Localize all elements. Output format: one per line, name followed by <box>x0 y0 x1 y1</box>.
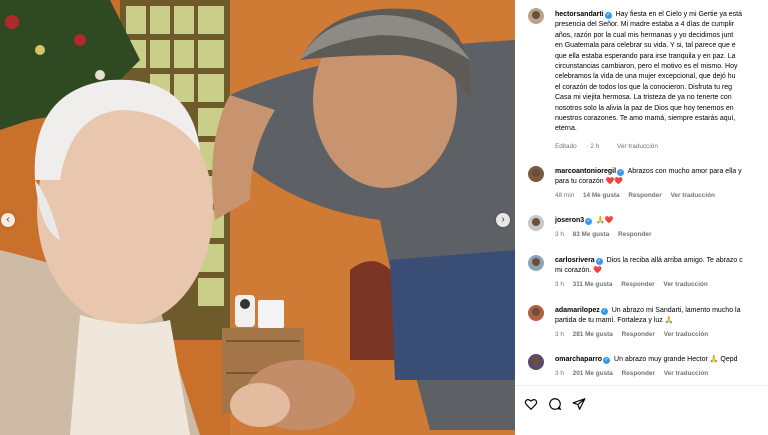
commenter-avatar[interactable] <box>528 305 544 321</box>
comment-text: omarchaparro ✓ Un abrazo muy grande Hecto… <box>555 356 738 364</box>
reply-button[interactable]: Responder <box>622 331 655 338</box>
comment-text: marcoantonioregil ✓ Abrazos con mucho amo… <box>555 168 742 176</box>
comment-username[interactable]: marcoantonioregil <box>555 168 616 175</box>
caption-line: hectorsandarti ✓ Hay fiesta en el Cielo y… <box>555 11 743 19</box>
photo-illustration <box>0 0 515 435</box>
reply-button[interactable]: Responder <box>621 281 654 288</box>
comment-username[interactable]: adamarilopez <box>555 307 600 314</box>
post-photo[interactable]: ‹ › <box>0 0 515 435</box>
verified-badge-icon: ✓ <box>604 12 612 19</box>
comment-bubble-icon[interactable] <box>548 397 562 411</box>
comment-username[interactable]: omarchaparro <box>555 356 602 363</box>
see-translation-link[interactable]: Ver traducción <box>664 331 708 338</box>
see-translation-link[interactable]: Ver traducción <box>671 192 715 199</box>
caption-line: eterna. <box>555 125 577 133</box>
caption-line: nosotros solo la alivia la paz de Dios q… <box>555 104 734 112</box>
caption-line: el corazón de todos los que la conociero… <box>555 83 733 91</box>
reply-button[interactable]: Responder <box>618 231 651 238</box>
caption-line: años, razón por la cual mis hermanas y y… <box>555 31 734 39</box>
comment-text: para tu corazón ❤️❤️ <box>555 178 624 186</box>
caption-line: circunstancias cambiaron, pero el motivo… <box>555 63 738 70</box>
see-translation-link[interactable]: Ver traducción <box>617 143 658 150</box>
reply-button[interactable]: Responder <box>628 192 661 199</box>
comment-time: 3 h <box>555 231 564 238</box>
comment-username[interactable]: joseron3 <box>555 217 584 224</box>
commenter-avatar[interactable] <box>528 255 544 271</box>
comment-meta: 48 min 14 Me gusta Responder Ver traducc… <box>555 192 722 199</box>
caption-line: nuestros corazones. Te amo mamá, siempre… <box>555 115 736 122</box>
commenter-avatar[interactable] <box>528 215 544 231</box>
instagram-post-view: ‹ › hectorsandarti ✓ Hay fiesta en el Cie… <box>0 0 768 435</box>
commenter-avatar[interactable] <box>528 166 544 182</box>
comment-likes[interactable]: 281 Me gusta <box>573 331 613 338</box>
paper-plane-icon[interactable] <box>572 397 586 411</box>
comment-text: adamarilopez ✓ Un abrazo mi Sandarti, lam… <box>555 307 741 315</box>
see-translation-link[interactable]: Ver traducción <box>664 370 708 377</box>
comment-likes[interactable]: 311 Me gusta <box>573 281 613 288</box>
comment-text: mi corazón. ❤️ <box>555 267 602 275</box>
comment-time: 3 h <box>555 370 564 377</box>
reply-button[interactable]: Responder <box>622 370 655 377</box>
comment-username[interactable]: carlosrivera <box>555 257 595 264</box>
caption-line: que ella estaba esperando para irse tran… <box>555 52 736 60</box>
comment-text: joseron3 ✓ 🙏❤️ <box>555 217 614 225</box>
heart-outline-icon[interactable] <box>524 397 538 411</box>
caption-line: en Guatemala para celebrar su vida. Y si… <box>555 42 736 50</box>
commenter-avatar[interactable] <box>528 354 544 370</box>
comment-meta: 3 h 281 Me gusta Responder Ver traducció… <box>555 331 715 338</box>
comment-likes[interactable]: 201 Me gusta <box>573 370 613 377</box>
caption-line: Casa mi viejita hermosa. La tristeza de … <box>555 94 732 102</box>
verified-badge-icon: ✓ <box>603 357 611 364</box>
comment-time: 3 h <box>555 281 564 288</box>
post-details-panel: hectorsandarti ✓ Hay fiesta en el Cielo y… <box>515 0 768 435</box>
caption-meta: Editado · 2 h Ver traducción <box>555 143 666 150</box>
chevron-left-icon[interactable]: ‹ <box>1 213 15 227</box>
caption-line: presencia del Señor. Mi madre estaba a 4… <box>555 21 734 29</box>
author-avatar[interactable] <box>528 8 544 24</box>
comment-likes[interactable]: 83 Me gusta <box>573 231 610 238</box>
comment-likes[interactable]: 14 Me gusta <box>583 192 620 199</box>
caption-line: celebramos la vida de una mujer excepcio… <box>555 73 736 81</box>
comment-meta: 3 h 201 Me gusta Responder Ver traducció… <box>555 370 715 377</box>
see-translation-link[interactable]: Ver traducción <box>663 281 707 288</box>
comment-meta: 3 h 83 Me gusta Responder <box>555 231 658 238</box>
edited-label: Editado · 2 h <box>555 143 600 150</box>
comment-time: 48 min <box>555 192 575 199</box>
verified-badge-icon: ✓ <box>595 258 603 265</box>
chevron-right-icon[interactable]: › <box>496 213 510 227</box>
comment-time: 3 h <box>555 331 564 338</box>
actions-divider <box>515 385 768 386</box>
comment-text: partida de tu mamí. Fortaleza y luz 🙏 <box>555 317 674 325</box>
verified-badge-icon: ✓ <box>585 218 593 225</box>
author-username[interactable]: hectorsandarti <box>555 11 604 18</box>
comment-text: carlosrivera ✓ Dios la reciba allá arriba… <box>555 257 743 265</box>
verified-badge-icon: ✓ <box>617 169 625 176</box>
verified-badge-icon: ✓ <box>600 308 608 315</box>
comment-meta: 3 h 311 Me gusta Responder Ver traducció… <box>555 281 715 288</box>
